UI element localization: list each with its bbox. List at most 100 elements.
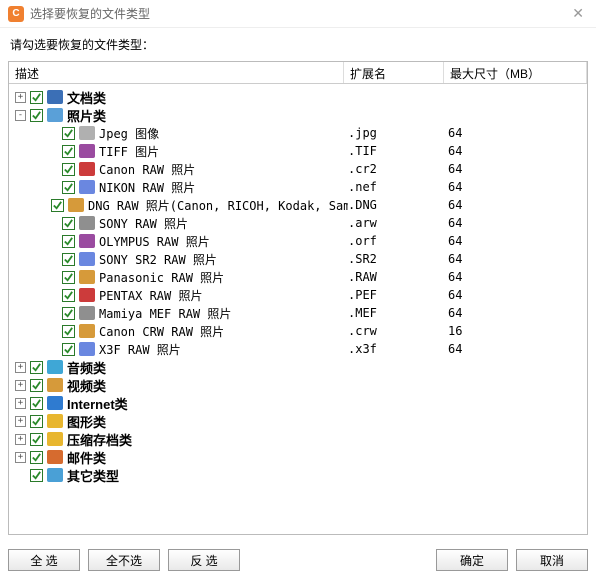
max-size-cell: 64 [448, 180, 528, 194]
checkbox[interactable] [62, 235, 75, 248]
file-type-row[interactable]: Canon RAW 照片.cr264 [9, 160, 587, 178]
max-size-cell: 64 [448, 144, 528, 158]
video-icon [47, 377, 63, 393]
file-type-row[interactable]: Canon CRW RAW 照片.crw16 [9, 322, 587, 340]
file-type-label: OLYMPUS RAW 照片 [99, 233, 210, 250]
cancel-button[interactable]: 取消 [516, 549, 588, 571]
file-icon [79, 233, 95, 249]
checkbox[interactable] [62, 307, 75, 320]
checkbox[interactable] [30, 469, 43, 482]
file-type-row[interactable]: OLYMPUS RAW 照片.orf64 [9, 232, 587, 250]
select-none-button[interactable]: 全不选 [88, 549, 160, 571]
checkbox[interactable] [62, 271, 75, 284]
file-type-row[interactable]: X3F RAW 照片 .x3f64 [9, 340, 587, 358]
expand-icon [47, 182, 58, 193]
expand-icon [47, 290, 58, 301]
file-type-row[interactable]: PENTAX RAW 照片.PEF64 [9, 286, 587, 304]
file-icon [79, 251, 95, 267]
file-icon [79, 125, 95, 141]
extension-cell: .SR2 [348, 252, 448, 266]
col-desc-header[interactable]: 描述 [9, 62, 344, 83]
extension-cell: .crw [348, 324, 448, 338]
category-row[interactable]: + 视频类 [9, 376, 587, 394]
expand-icon [47, 146, 58, 157]
expand-icon[interactable]: - [15, 110, 26, 121]
checkbox[interactable] [62, 325, 75, 338]
col-ext-header[interactable]: 扩展名 [344, 62, 444, 83]
checkbox[interactable] [30, 397, 43, 410]
col-size-header[interactable]: 最大尺寸（MB） [444, 62, 587, 83]
file-type-row[interactable]: Panasonic RAW 照片.RAW64 [9, 268, 587, 286]
extension-cell: .PEF [348, 288, 448, 302]
checkbox[interactable] [30, 433, 43, 446]
checkbox[interactable] [30, 415, 43, 428]
checkbox[interactable] [62, 181, 75, 194]
checkbox[interactable] [62, 343, 75, 356]
max-size-cell: 64 [448, 342, 528, 356]
checkbox[interactable] [30, 91, 43, 104]
category-row[interactable]: 其它类型 [9, 466, 587, 484]
category-label: 邮件类 [67, 448, 106, 467]
extension-cell: .cr2 [348, 162, 448, 176]
max-size-cell: 64 [448, 252, 528, 266]
file-type-row[interactable]: SONY RAW 照片.arw64 [9, 214, 587, 232]
file-type-tree[interactable]: +文档类-照片类Jpeg 图像.jpg64TIFF 图片.TIF64Canon … [9, 84, 587, 534]
file-icon [79, 161, 95, 177]
file-type-row[interactable]: TIFF 图片.TIF64 [9, 142, 587, 160]
other-icon [47, 467, 63, 483]
file-icon [79, 179, 95, 195]
file-type-label: Mamiya MEF RAW 照片 [99, 305, 231, 322]
category-label: 视频类 [67, 376, 106, 395]
checkbox[interactable] [62, 253, 75, 266]
expand-icon[interactable]: + [15, 92, 26, 103]
category-label: 图形类 [67, 412, 106, 431]
ok-button[interactable]: 确定 [436, 549, 508, 571]
file-type-label: Panasonic RAW 照片 [99, 269, 224, 286]
category-row[interactable]: - 照片类 [9, 106, 587, 124]
checkbox[interactable] [30, 361, 43, 374]
file-type-row[interactable]: Jpeg 图像.jpg64 [9, 124, 587, 142]
select-all-button[interactable]: 全 选 [8, 549, 80, 571]
file-type-row[interactable]: Mamiya MEF RAW 照片.MEF64 [9, 304, 587, 322]
category-label: 照片类 [67, 106, 106, 125]
file-type-label: NIKON RAW 照片 [99, 179, 195, 196]
category-row[interactable]: +Internet类 [9, 394, 587, 412]
file-icon [79, 323, 95, 339]
category-row[interactable]: +压缩存档类 [9, 430, 587, 448]
checkbox[interactable] [30, 451, 43, 464]
category-row[interactable]: + 图形类 [9, 412, 587, 430]
titlebar: C 选择要恢复的文件类型 ✕ [0, 0, 596, 28]
expand-icon[interactable]: + [15, 362, 26, 373]
category-row[interactable]: + 邮件类 [9, 448, 587, 466]
file-type-label: SONY RAW 照片 [99, 215, 188, 232]
expand-icon[interactable]: + [15, 434, 26, 445]
checkbox[interactable] [62, 145, 75, 158]
expand-icon [47, 128, 58, 139]
file-icon [79, 341, 95, 357]
close-icon[interactable]: ✕ [568, 5, 588, 22]
expand-icon[interactable]: + [15, 452, 26, 463]
checkbox[interactable] [62, 217, 75, 230]
checkbox[interactable] [51, 199, 64, 212]
checkbox[interactable] [62, 289, 75, 302]
checkbox[interactable] [62, 127, 75, 140]
file-icon [79, 287, 95, 303]
extension-cell: .x3f [348, 342, 448, 356]
checkbox[interactable] [30, 379, 43, 392]
content-pane: 描述 扩展名 最大尺寸（MB） +文档类 - 照片类Jpeg 图像.jpg64TIF… [8, 61, 588, 535]
invert-button[interactable]: 反 选 [168, 549, 240, 571]
category-row[interactable]: +音频类 [9, 358, 587, 376]
checkbox[interactable] [30, 109, 43, 122]
file-type-row[interactable]: NIKON RAW 照片.nef64 [9, 178, 587, 196]
checkbox[interactable] [62, 163, 75, 176]
expand-icon[interactable]: + [15, 398, 26, 409]
file-type-row[interactable]: DNG RAW 照片(Canon, RICOH, Kodak, Samsung)… [9, 196, 587, 214]
category-row[interactable]: +文档类 [9, 88, 587, 106]
max-size-cell: 64 [448, 162, 528, 176]
max-size-cell: 64 [448, 126, 528, 140]
expand-icon[interactable]: + [15, 380, 26, 391]
file-type-row[interactable]: SONY SR2 RAW 照片.SR264 [9, 250, 587, 268]
expand-icon [47, 218, 58, 229]
file-type-label: X3F RAW 照片 [99, 341, 181, 358]
expand-icon[interactable]: + [15, 416, 26, 427]
